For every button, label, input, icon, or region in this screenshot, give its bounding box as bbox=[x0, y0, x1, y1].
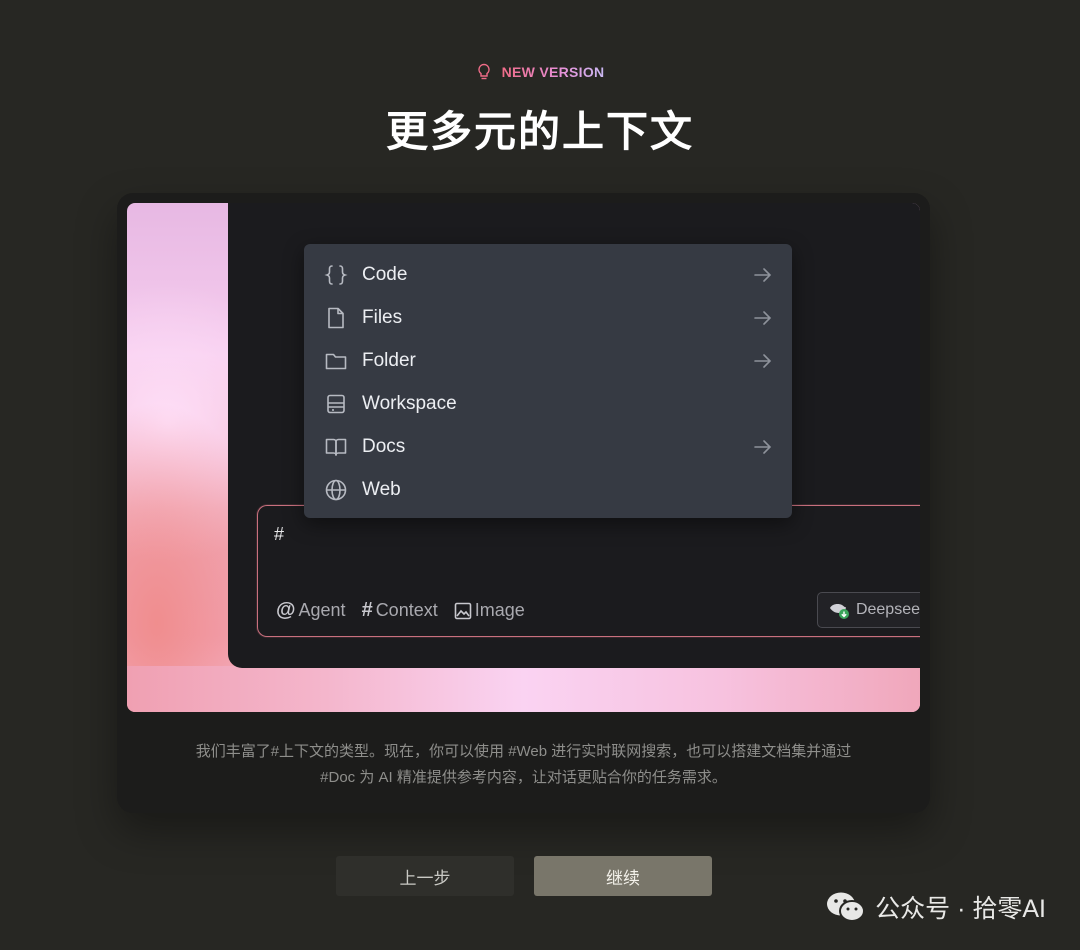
hash-icon: # bbox=[361, 599, 373, 621]
arrow-right-icon bbox=[754, 439, 772, 454]
menu-item-label: Docs bbox=[362, 435, 406, 457]
description-line-1: 我们丰富了#上下文的类型。现在，你可以使用 #Web 进行实时联网搜索，也可以搭… bbox=[195, 743, 852, 760]
badge-text: NEW VERSION bbox=[501, 64, 605, 80]
menu-item-code[interactable]: Code bbox=[304, 253, 792, 296]
menu-item-label: Files bbox=[362, 306, 403, 328]
feature-description: 我们丰富了#上下文的类型。现在，你可以使用 #Web 进行实时联网搜索，也可以搭… bbox=[147, 739, 900, 791]
context-menu: Code Files Folder Workspace Docs Web bbox=[304, 244, 792, 518]
context-label: Context bbox=[375, 600, 438, 620]
new-version-badge: NEW VERSION bbox=[0, 63, 1080, 81]
image-label: Image bbox=[474, 600, 525, 620]
menu-item-workspace[interactable]: Workspace bbox=[304, 382, 792, 425]
model-label: Deepseek bbox=[855, 601, 920, 618]
chat-input-text[interactable]: # bbox=[274, 524, 284, 545]
menu-item-label: Workspace bbox=[362, 392, 457, 414]
menu-item-docs[interactable]: Docs bbox=[304, 425, 792, 468]
at-icon: @ bbox=[276, 599, 296, 621]
continue-button[interactable]: 继续 bbox=[534, 856, 712, 896]
globe-icon bbox=[324, 478, 348, 502]
chat-input-box[interactable]: # @ Agent # Context Image Deepsee bbox=[257, 505, 920, 637]
arrow-right-icon bbox=[754, 310, 772, 325]
menu-item-label: Web bbox=[362, 478, 401, 500]
book-icon bbox=[324, 435, 348, 459]
arrow-right-icon bbox=[754, 267, 772, 282]
menu-item-label: Folder bbox=[362, 349, 416, 371]
lightbulb-icon bbox=[477, 63, 490, 80]
agent-label: Agent bbox=[298, 600, 346, 620]
folder-icon bbox=[324, 349, 348, 373]
arrow-right-icon bbox=[754, 353, 772, 368]
page-title: 更多元的上下文 bbox=[385, 107, 694, 156]
model-selector-button[interactable]: Deepseek bbox=[816, 592, 920, 628]
watermark-text: 公众号 · 拾零AI bbox=[875, 895, 1046, 923]
watermark: 公众号 · 拾零AI bbox=[825, 889, 1046, 925]
onboarding-page: NEW VERSION 更多元的上下文 Code Files Folder Wo… bbox=[0, 0, 1080, 950]
feature-card: Code Files Folder Workspace Docs Web # @… bbox=[117, 193, 930, 813]
workspace-icon bbox=[324, 392, 348, 416]
image-button[interactable]: Image bbox=[454, 600, 525, 621]
chat-action-bar: @ Agent # Context Image bbox=[276, 599, 525, 622]
menu-item-files[interactable]: Files bbox=[304, 296, 792, 339]
previous-button[interactable]: 上一步 bbox=[336, 856, 514, 896]
menu-item-folder[interactable]: Folder bbox=[304, 339, 792, 382]
app-window-mock: Code Files Folder Workspace Docs Web # @… bbox=[228, 203, 920, 668]
menu-item-web[interactable]: Web bbox=[304, 468, 792, 511]
context-button[interactable]: # Context bbox=[362, 599, 438, 622]
deepseek-model-icon bbox=[829, 604, 849, 619]
braces-icon bbox=[324, 263, 348, 287]
agent-button[interactable]: @ Agent bbox=[276, 599, 346, 622]
image-icon bbox=[454, 602, 472, 619]
file-icon bbox=[324, 306, 348, 330]
feature-preview-image: Code Files Folder Workspace Docs Web # @… bbox=[127, 203, 920, 712]
wechat-icon bbox=[827, 892, 866, 922]
menu-item-label: Code bbox=[362, 263, 408, 285]
description-line-2: #Doc 为 AI 精准提供参考内容，让对话更贴合你的任务需求。 bbox=[320, 769, 727, 786]
